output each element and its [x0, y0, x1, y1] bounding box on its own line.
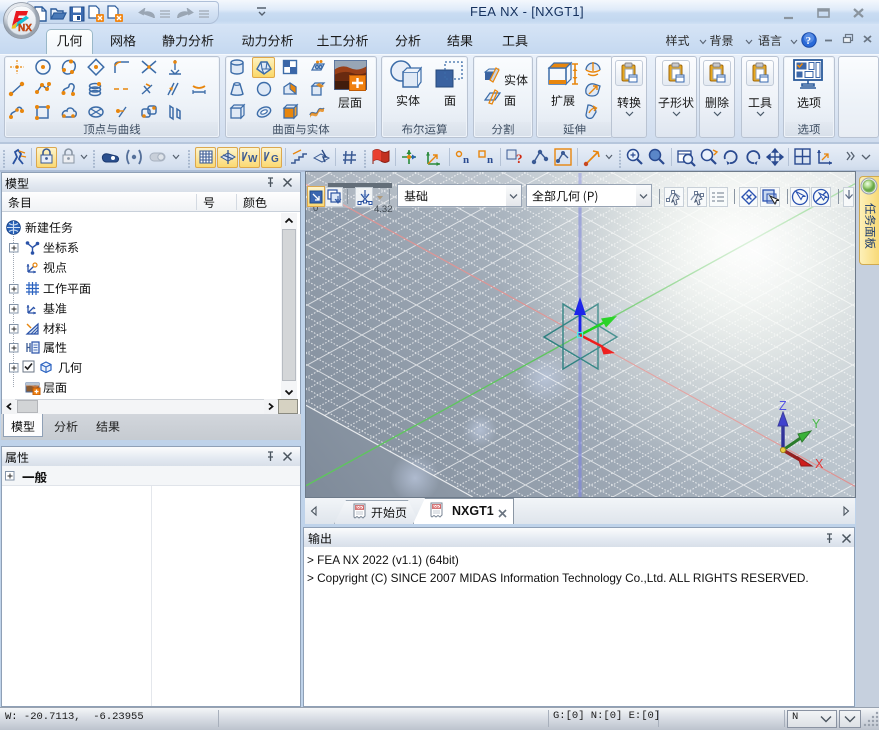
svg-text:NX: NX	[18, 23, 32, 34]
